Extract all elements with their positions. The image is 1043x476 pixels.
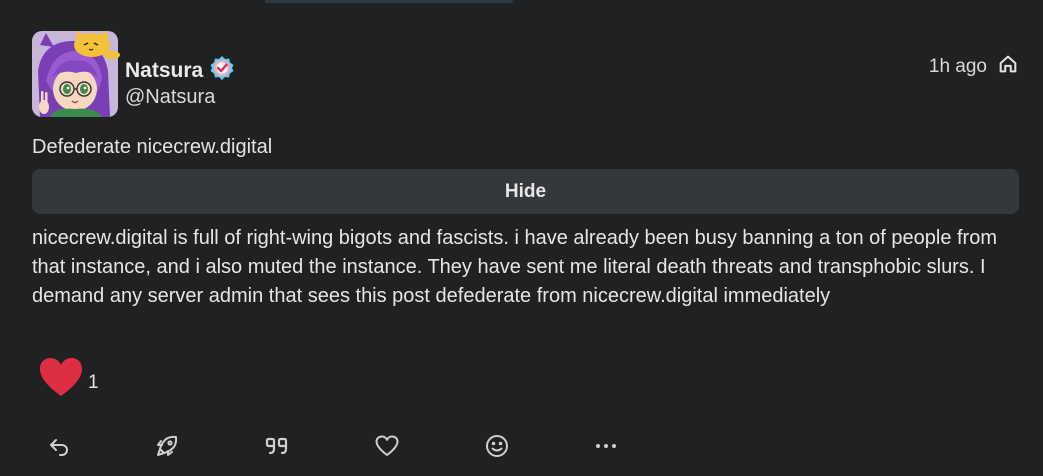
emoji-react-icon[interactable] — [483, 432, 511, 460]
post-meta: 1h ago — [929, 53, 1019, 80]
avatar-image — [32, 29, 120, 117]
content-warning-text: Defederate nicecrew.digital — [32, 136, 273, 158]
renote-icon[interactable] — [153, 432, 181, 460]
user-handle[interactable]: @Natsura — [125, 86, 215, 109]
top-divider — [265, 0, 513, 3]
post-time[interactable]: 1h ago — [929, 56, 987, 78]
hide-button[interactable]: Hide — [32, 169, 1019, 214]
verified-badge-icon — [209, 55, 235, 86]
quote-icon[interactable] — [263, 432, 291, 460]
post-body-text: nicecrew.digital is full of right-wing b… — [32, 227, 997, 307]
author-name-row: Natsura — [125, 55, 235, 86]
reaction-heart[interactable]: 1 — [38, 356, 99, 403]
home-icon — [997, 53, 1019, 80]
reaction-count: 1 — [88, 371, 99, 393]
more-icon[interactable] — [592, 432, 620, 460]
reply-icon[interactable] — [45, 432, 73, 460]
display-name[interactable]: Natsura — [125, 59, 203, 83]
like-icon[interactable] — [373, 432, 401, 460]
heart-emoji-icon — [38, 356, 84, 403]
avatar[interactable] — [32, 29, 120, 117]
